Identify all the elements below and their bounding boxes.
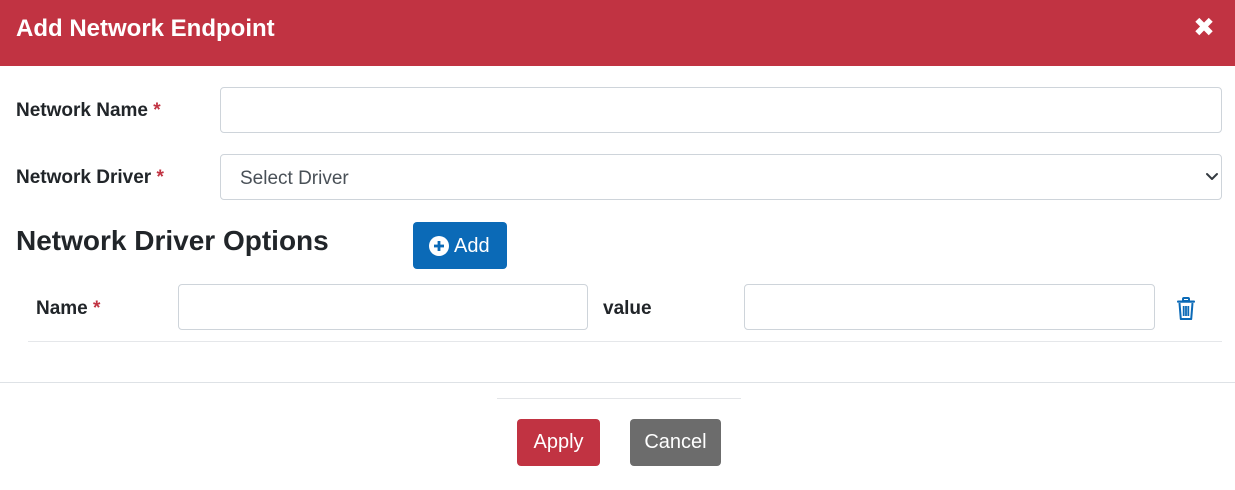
network-name-label: Network Name * bbox=[16, 100, 161, 121]
add-option-label: Add bbox=[454, 235, 490, 257]
network-driver-selected-value: Select Driver bbox=[240, 168, 349, 189]
plus-circle-icon bbox=[429, 236, 449, 256]
dialog-title: Add Network Endpoint bbox=[16, 15, 275, 42]
network-name-input[interactable] bbox=[220, 87, 1222, 133]
cancel-button[interactable]: Cancel bbox=[630, 419, 721, 466]
option-value-label: value bbox=[603, 298, 652, 319]
required-mark: * bbox=[93, 298, 101, 319]
required-mark: * bbox=[156, 167, 164, 188]
dialog-header: Add Network Endpoint ✖ bbox=[0, 0, 1235, 66]
footer-divider bbox=[0, 382, 1235, 383]
row-divider bbox=[28, 341, 1222, 342]
network-driver-select[interactable]: Select Driver bbox=[220, 154, 1222, 200]
close-icon[interactable]: ✖ bbox=[1191, 14, 1217, 40]
option-name-label: Name * bbox=[36, 298, 101, 319]
footer-inner-divider bbox=[497, 398, 741, 399]
chevron-down-icon bbox=[1206, 173, 1218, 180]
trash-icon[interactable] bbox=[1176, 297, 1196, 321]
option-name-input[interactable] bbox=[178, 284, 588, 330]
add-option-button[interactable]: Add bbox=[413, 222, 507, 269]
network-driver-label: Network Driver * bbox=[16, 167, 164, 188]
driver-options-title: Network Driver Options bbox=[16, 225, 329, 256]
apply-button[interactable]: Apply bbox=[517, 419, 600, 466]
option-value-input[interactable] bbox=[744, 284, 1155, 330]
required-mark: * bbox=[153, 100, 161, 121]
